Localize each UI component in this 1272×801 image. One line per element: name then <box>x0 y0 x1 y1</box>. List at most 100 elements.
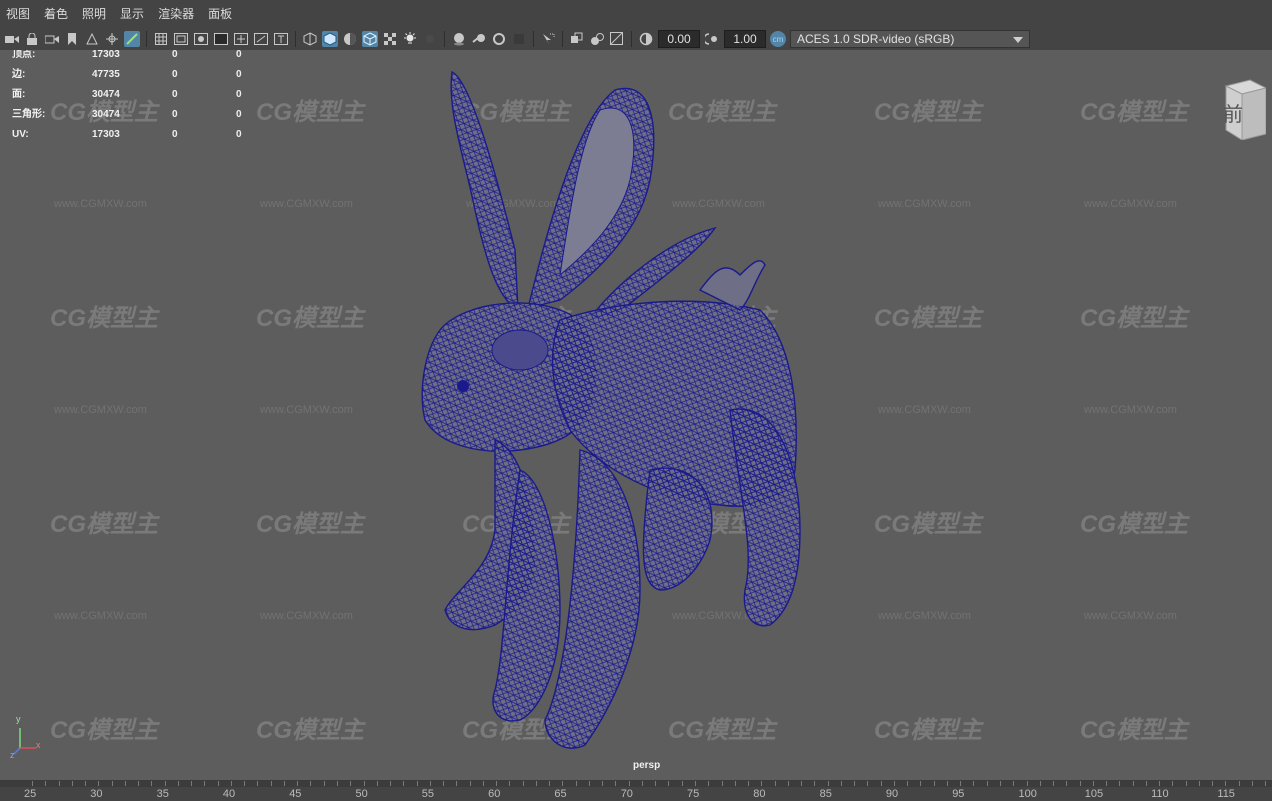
timeline-tick-mark <box>1092 781 1094 786</box>
timeline-tick-mark <box>138 781 140 786</box>
timeline-tick-mark <box>1198 781 1200 786</box>
timeline-tick-mark <box>1013 781 1015 786</box>
view-transform-dropdown[interactable]: ACES 1.0 SDR-video (sRGB) <box>790 30 1030 48</box>
hud-row: 面: 30474 0 0 <box>12 90 276 110</box>
exposure-icon[interactable] <box>638 31 654 47</box>
timeline-tick-mark <box>588 781 590 786</box>
safe-action-icon[interactable] <box>253 31 269 47</box>
menu-shading[interactable]: 着色 <box>38 0 76 28</box>
motion-blur-icon[interactable] <box>471 31 487 47</box>
depth-of-field-icon[interactable] <box>511 31 527 47</box>
toolbar-separator <box>146 31 147 47</box>
hud-v3: 0 <box>236 109 242 120</box>
color-management-badge-icon[interactable]: cm <box>770 31 786 47</box>
toolbar-separator <box>562 31 563 47</box>
gate-mask-icon[interactable] <box>213 31 229 47</box>
grid-icon[interactable] <box>153 31 169 47</box>
timeline-tick-label: 45 <box>289 788 302 800</box>
menu-panels[interactable]: 面板 <box>202 0 240 28</box>
hud-v1: 47735 <box>92 69 120 80</box>
backface-culling-icon[interactable] <box>609 31 625 47</box>
isolate-select-icon[interactable] <box>540 31 556 47</box>
timeline-tick-mark <box>283 781 285 786</box>
view-cube[interactable]: 前 <box>1220 78 1268 141</box>
timeline-tick-mark <box>45 781 47 786</box>
hud-row: 边: 47735 0 0 <box>12 70 276 90</box>
gamma-field[interactable]: 1.00 <box>724 30 766 48</box>
field-chart-icon[interactable] <box>233 31 249 47</box>
timeline-tick-mark <box>58 781 60 786</box>
timeline-tick-mark <box>933 781 935 786</box>
timeline-tick-mark <box>1251 781 1253 786</box>
xray-icon[interactable] <box>382 31 398 47</box>
default-material-icon[interactable] <box>342 31 358 47</box>
timeline-tick-label: 70 <box>620 788 633 800</box>
timeline-tick-mark <box>323 781 325 786</box>
select-camera-icon[interactable] <box>4 31 20 47</box>
wireframe-shading-icon[interactable] <box>302 31 318 47</box>
image-plane-icon[interactable] <box>84 31 100 47</box>
smooth-shade-icon[interactable] <box>322 31 338 47</box>
lights-icon[interactable] <box>402 31 418 47</box>
timeline-tick-mark <box>880 781 882 786</box>
timeline-tick-mark <box>840 781 842 786</box>
timeline-tick-mark <box>363 781 365 786</box>
timeline-tick-mark <box>986 781 988 786</box>
anti-aliasing-icon[interactable] <box>491 31 507 47</box>
film-gate-icon[interactable] <box>173 31 189 47</box>
timeline-tick-mark <box>668 781 670 786</box>
screen-space-ao-icon[interactable] <box>451 31 467 47</box>
timeline-tick-label: 60 <box>488 788 501 800</box>
menu-lighting[interactable]: 照明 <box>76 0 114 28</box>
time-slider[interactable]: 25 30 35 40 45 50 55 60 65 70 75 80 85 90 95 100 105 110 1… <box>0 780 1272 801</box>
timeline-tick-mark <box>111 781 113 786</box>
menu-view[interactable]: 视图 <box>0 0 38 28</box>
timeline-tick-mark <box>695 781 696 786</box>
timeline-tick-mark <box>575 781 577 786</box>
bookmark-icon[interactable] <box>64 31 80 47</box>
wireframe-on-shaded-icon[interactable] <box>362 31 378 47</box>
menu-show[interactable]: 显示 <box>114 0 152 28</box>
timeline-tick-label: 35 <box>156 788 169 800</box>
safe-title-icon[interactable] <box>273 31 289 47</box>
camera-name-label: persp <box>633 760 661 771</box>
viewport-menu-bar: 视图 着色 照明 显示 渲染器 面板 <box>0 0 1272 28</box>
timeline-tick-mark <box>562 781 564 786</box>
timeline-tick-mark <box>708 781 710 786</box>
timeline-tick-mark <box>960 781 962 786</box>
timeline-tick-mark <box>204 781 206 786</box>
xray-active-components-icon[interactable] <box>589 31 605 47</box>
resolution-gate-icon[interactable] <box>193 31 209 47</box>
2d-pan-zoom-icon[interactable] <box>104 31 120 47</box>
rabbit-wireframe-model[interactable] <box>0 50 1272 780</box>
grease-pencil-icon[interactable] <box>124 31 140 47</box>
timeline-tick-mark <box>469 781 471 786</box>
perspective-viewport[interactable]: CG模型主 CG模型主 CG模型主 CG模型主 CG模型主 CG模型主 CG模型主 CG模型主… <box>0 50 1272 780</box>
view-transform-value: ACES 1.0 SDR-video (sRGB) <box>797 32 955 46</box>
timeline-tick-mark <box>230 781 232 786</box>
timeline-tick-mark <box>85 781 87 786</box>
camera-attributes-icon[interactable] <box>44 31 60 47</box>
timeline-tick-mark <box>854 781 856 786</box>
timeline-tick-label: 115 <box>1217 788 1235 800</box>
hud-v1: 30474 <box>92 89 120 100</box>
hud-v3: 0 <box>236 89 242 100</box>
timeline-tick-mark <box>761 781 763 786</box>
timeline-tick-mark <box>98 781 100 786</box>
menu-renderer[interactable]: 渲染器 <box>152 0 202 28</box>
timeline-tick-mark <box>1079 781 1081 786</box>
timeline-tick-mark <box>907 781 909 786</box>
timeline-tick-mark <box>1119 781 1121 786</box>
gamma-icon[interactable] <box>704 31 720 47</box>
lock-camera-icon[interactable] <box>24 31 40 47</box>
xray-joints-icon[interactable] <box>569 31 585 47</box>
timeline-tick-mark <box>191 781 193 786</box>
shadows-icon[interactable] <box>422 31 438 47</box>
hud-row: 顶点: 17303 0 0 <box>12 50 276 70</box>
timeline-tick-mark <box>920 781 922 786</box>
axis-x-label: x <box>36 740 41 750</box>
exposure-field[interactable]: 0.00 <box>658 30 700 48</box>
hud-v3: 0 <box>236 129 242 140</box>
timeline-tick-mark <box>774 781 776 786</box>
timeline-tick-mark <box>164 781 166 786</box>
